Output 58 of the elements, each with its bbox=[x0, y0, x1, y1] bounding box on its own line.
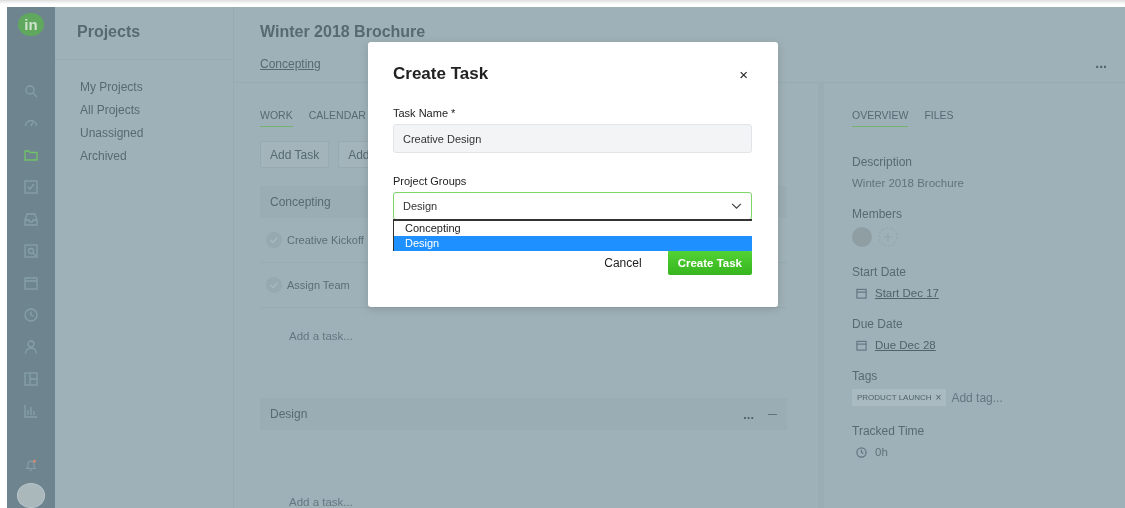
app-logo[interactable]: in bbox=[18, 13, 44, 36]
clock-icon[interactable] bbox=[24, 307, 38, 322]
group-menu-button[interactable]: ... bbox=[743, 406, 754, 422]
calendar-icon bbox=[856, 287, 867, 299]
dropdown-option[interactable]: Design bbox=[394, 236, 752, 251]
view-tab[interactable]: WORK bbox=[260, 109, 293, 127]
tag-label: PRODUCT LAUNCH bbox=[857, 393, 932, 402]
folder-icon[interactable] bbox=[24, 147, 38, 162]
layout-icon[interactable] bbox=[24, 371, 38, 386]
view-tab[interactable]: CALENDAR bbox=[308, 109, 366, 127]
bell-icon[interactable] bbox=[24, 458, 38, 472]
description-text: Winter 2018 Brochure bbox=[852, 177, 965, 189]
start-date-link[interactable]: Start Dec 17 bbox=[875, 287, 939, 299]
detail-tab[interactable]: OVERVIEW bbox=[852, 109, 909, 127]
project-filter-link[interactable]: My Projects bbox=[80, 80, 233, 94]
calendar-icon[interactable] bbox=[24, 275, 38, 290]
search-icon[interactable] bbox=[24, 83, 38, 98]
detail-tab[interactable]: FILES bbox=[924, 109, 954, 127]
add-task-field[interactable]: Add a task... bbox=[289, 496, 353, 508]
tracked-time-value: 0h bbox=[875, 446, 888, 458]
chevron-down-icon bbox=[731, 202, 742, 210]
project-filter-link[interactable]: All Projects bbox=[80, 103, 233, 117]
close-button[interactable]: × bbox=[739, 65, 748, 83]
inbox-icon[interactable] bbox=[24, 211, 38, 226]
project-filter-link[interactable]: Unassigned bbox=[80, 126, 233, 140]
group-name: Design bbox=[270, 407, 308, 421]
project-title: Winter 2018 Brochure bbox=[260, 23, 426, 41]
group-name: Concepting bbox=[270, 195, 331, 209]
due-date-link[interactable]: Due Dec 28 bbox=[875, 339, 936, 351]
add-tag-field[interactable]: Add tag... bbox=[951, 390, 1003, 405]
bar-chart-icon[interactable] bbox=[24, 403, 38, 418]
add-task-field[interactable]: Add a task... bbox=[289, 329, 353, 342]
user-avatar[interactable] bbox=[17, 483, 45, 508]
task-name[interactable]: Creative Kickoff bbox=[287, 234, 364, 246]
task-name-input[interactable]: Creative Design bbox=[393, 124, 752, 153]
cancel-button[interactable]: Cancel bbox=[598, 254, 648, 271]
clock-icon bbox=[856, 446, 867, 458]
field-label: Members bbox=[852, 207, 903, 221]
dropdown-option[interactable]: Concepting bbox=[394, 221, 752, 236]
project-filter-link[interactable]: Archived bbox=[80, 149, 233, 163]
field-label: Tags bbox=[852, 369, 879, 383]
field-label: Project Groups bbox=[393, 175, 468, 187]
magnifier-document-icon[interactable] bbox=[24, 243, 38, 258]
more-options-button[interactable]: ... bbox=[1095, 55, 1107, 71]
dialog-title: Create Task bbox=[393, 64, 489, 84]
field-label: Task Name * bbox=[393, 107, 457, 119]
panel-title: Projects bbox=[77, 23, 142, 41]
field-label: Tracked Time bbox=[852, 424, 926, 438]
person-icon[interactable] bbox=[24, 339, 38, 354]
checkbox-icon[interactable] bbox=[24, 179, 38, 194]
task-name[interactable]: Assign Team bbox=[287, 279, 350, 291]
field-label: Start Date bbox=[852, 265, 908, 279]
field-label: Description bbox=[852, 155, 914, 169]
field-label: Due Date bbox=[852, 317, 904, 331]
remove-tag-button[interactable]: × bbox=[935, 392, 942, 403]
create-task-button[interactable]: Create Task bbox=[667, 250, 752, 275]
add-button[interactable]: Add Task bbox=[260, 141, 330, 168]
calendar-icon bbox=[856, 339, 867, 351]
